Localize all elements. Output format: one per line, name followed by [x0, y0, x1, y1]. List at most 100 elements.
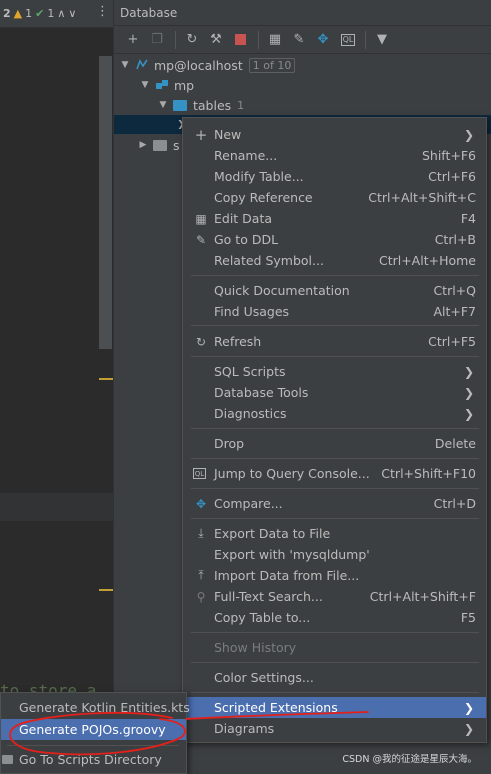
pencil-icon: ✎ — [195, 232, 207, 247]
menu-item-export-mysqldump[interactable]: Export with 'mysqldump' — [183, 544, 486, 565]
toolbar-separator — [175, 30, 176, 49]
chevron-down-icon[interactable]: ▼ — [138, 80, 152, 90]
tree-schema[interactable]: ▼ mp — [138, 75, 195, 95]
schema-icon[interactable]: ⚒ — [205, 29, 227, 51]
database-toolbar: + ❐ ↻ ⚒ ▦ ✎ ✥ QL ▼ — [114, 26, 491, 54]
submenu-arrow-icon: ❯ — [463, 364, 474, 379]
menu-item-find-usages[interactable]: Find Usages Alt+F7 — [183, 301, 486, 322]
datasource-count: 1 of 10 — [248, 57, 296, 73]
toolbar-separator — [258, 30, 259, 49]
schema-label: mp — [174, 77, 195, 93]
menu-item-jump-to-query-console[interactable]: QL Jump to Query Console... Ctrl+Shift+F… — [183, 463, 486, 484]
menu-item-export-data[interactable]: ⤓ Export Data to File — [183, 523, 486, 544]
menu-separator — [191, 662, 479, 663]
tables-count: 1 — [237, 98, 245, 112]
menu-separator — [191, 518, 479, 519]
menu-separator — [191, 325, 479, 326]
stop-icon[interactable] — [229, 29, 251, 51]
previous-highlight-icon[interactable]: ∧ — [57, 7, 65, 20]
chevron-down-icon[interactable]: ▼ — [118, 60, 132, 70]
editor-text-area[interactable] — [0, 28, 113, 493]
chevron-down-icon[interactable]: ▼ — [156, 100, 170, 110]
menu-item-modify-table[interactable]: Modify Table... Ctrl+F6 — [183, 166, 486, 187]
folder-icon — [153, 139, 167, 151]
submenu-arrow-icon: ❯ — [463, 700, 474, 715]
folder-icon — [2, 755, 13, 764]
copy-icon[interactable]: ❐ — [146, 29, 168, 51]
datasource-label: mp@localhost — [154, 57, 243, 73]
tree-tables-folder[interactable]: ▼ tables 1 — [156, 95, 245, 115]
editor-current-line — [0, 493, 114, 521]
submenu-arrow-icon: ❯ — [463, 385, 474, 400]
table-grid-icon: ▦ — [195, 211, 207, 226]
panel-title: Database — [120, 5, 178, 20]
compare-icon[interactable]: ✥ — [312, 29, 334, 51]
menu-item-rename[interactable]: Rename... Shift+F6 — [183, 145, 486, 166]
filter-icon[interactable]: ▼ — [371, 29, 393, 51]
menu-item-go-to-ddl[interactable]: ✎ Go to DDL Ctrl+B — [183, 229, 486, 250]
menu-separator — [191, 275, 479, 276]
scripted-extensions-submenu: Generate Kotlin Entities.kts Generate PO… — [0, 692, 190, 774]
menu-separator — [191, 692, 479, 693]
menu-item-database-tools[interactable]: Database Tools ❯ — [183, 382, 486, 403]
menu-item-compare[interactable]: ✥ Compare... Ctrl+D — [183, 493, 486, 514]
submenu-item-generate-kotlin[interactable]: Generate Kotlin Entities.kts — [1, 697, 190, 718]
tree-other-node[interactable]: ▶ s — [136, 135, 180, 155]
chevron-right-icon[interactable]: ▶ — [136, 140, 150, 150]
menu-item-edit-data[interactable]: ▦ Edit Data F4 — [183, 208, 486, 229]
menu-separator — [191, 632, 479, 633]
table-icon[interactable]: ▦ — [264, 29, 286, 51]
compare-icon: ✥ — [195, 496, 207, 511]
menu-item-full-text-search[interactable]: ⚲ Full-Text Search... Ctrl+Alt+Shift+F — [183, 586, 486, 607]
submenu-arrow-icon: ❯ — [463, 721, 474, 736]
menu-item-quick-documentation[interactable]: Quick Documentation Ctrl+Q — [183, 280, 486, 301]
export-icon: ⤓ — [198, 526, 204, 540]
menu-item-diagnostics[interactable]: Diagnostics ❯ — [183, 403, 486, 424]
menu-separator — [7, 745, 179, 746]
tables-label: tables — [193, 97, 232, 113]
panel-header: Database — [114, 0, 491, 26]
editor-marker — [99, 589, 114, 591]
add-icon[interactable]: + — [122, 29, 144, 51]
warning-count: 1 — [25, 7, 33, 20]
menu-item-color-settings[interactable]: Color Settings... — [183, 667, 486, 688]
tree-partial-label: s — [173, 137, 180, 153]
error-count: 2 — [3, 7, 11, 20]
tree-datasource[interactable]: ▼ mp@localhost 1 of 10 — [118, 55, 296, 75]
menu-separator — [191, 488, 479, 489]
warning-icon: ▲ — [13, 7, 23, 20]
query-console-icon[interactable]: QL — [341, 33, 355, 46]
menu-item-related-symbol[interactable]: Related Symbol... Ctrl+Alt+Home — [183, 250, 486, 271]
check-icon: ✔ — [35, 7, 45, 20]
submenu-item-generate-pojos[interactable]: Generate POJOs.groovy — [1, 719, 186, 740]
submenu-item-go-to-scripts[interactable]: Go To Scripts Directory — [1, 749, 186, 770]
menu-item-scripted-extensions[interactable]: Scripted Extensions ❯ — [183, 697, 486, 718]
ok-count: 1 — [47, 7, 55, 20]
more-options-icon[interactable]: ⋮ — [96, 4, 109, 19]
menu-item-sql-scripts[interactable]: SQL Scripts ❯ — [183, 361, 486, 382]
import-icon: ⤒ — [198, 568, 204, 582]
menu-item-copy-reference[interactable]: Copy Reference Ctrl+Alt+Shift+C — [183, 187, 486, 208]
context-menu: + New ❯ Rename... Shift+F6 Modify Table.… — [182, 117, 487, 743]
menu-item-new[interactable]: + New ❯ — [183, 124, 486, 145]
menu-item-drop[interactable]: Drop Delete — [183, 433, 486, 454]
menu-item-show-history: Show History — [214, 640, 297, 655]
edit-icon[interactable]: ✎ — [288, 29, 310, 51]
mysql-datasource-icon — [136, 59, 148, 70]
menu-item-diagrams[interactable]: Diagrams ❯ — [183, 718, 486, 739]
toolbar-separator — [365, 30, 366, 49]
menu-item-import-data[interactable]: ⤒ Import Data from File... — [183, 565, 486, 586]
menu-item-refresh[interactable]: ↻ Refresh Ctrl+F5 — [183, 331, 486, 352]
folder-icon — [173, 99, 187, 111]
refresh-icon: ↻ — [195, 334, 207, 349]
refresh-icon[interactable]: ↻ — [181, 29, 203, 51]
plus-icon: + — [194, 125, 208, 144]
editor-area: 2 ▲ 1 ✔ 1 ∧ ∨ to store a — [0, 0, 114, 774]
submenu-arrow-icon: ❯ — [463, 127, 474, 142]
menu-separator — [191, 428, 479, 429]
menu-separator — [191, 356, 479, 357]
menu-separator — [191, 458, 479, 459]
next-highlight-icon[interactable]: ∨ — [68, 7, 76, 20]
query-console-icon: QL — [193, 468, 206, 479]
menu-item-copy-table[interactable]: Copy Table to... F5 — [183, 607, 486, 628]
